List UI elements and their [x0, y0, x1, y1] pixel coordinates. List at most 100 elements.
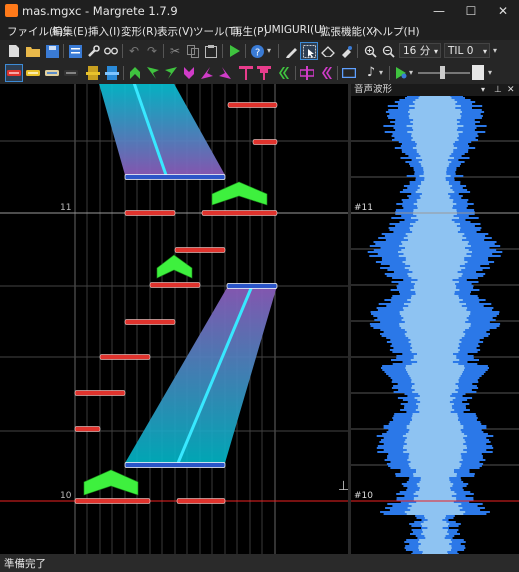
- air-action-icon[interactable]: [256, 65, 272, 81]
- select-tool-icon[interactable]: [300, 42, 318, 60]
- toolbar-separator: [245, 44, 246, 58]
- menu-help[interactable]: ヘルプ(H): [372, 24, 420, 39]
- save-icon[interactable]: [44, 43, 60, 59]
- menu-bar: ファイル(F) 編集(E) 挿入(I) 変形(R) 表示(V) ツール(T) 再…: [0, 22, 519, 40]
- tap-note[interactable]: [149, 282, 201, 288]
- air-up-left-icon[interactable]: [145, 65, 161, 81]
- slide-start-note[interactable]: [226, 283, 278, 289]
- air-down-right-icon[interactable]: [217, 65, 233, 81]
- slide-note-icon[interactable]: [104, 65, 120, 81]
- flick-note-icon[interactable]: [44, 65, 60, 81]
- menu-view[interactable]: 表示(V): [157, 24, 193, 39]
- close-button[interactable]: ✕: [487, 0, 519, 22]
- tap-note[interactable]: [99, 354, 151, 360]
- window-title: mas.mgxc - Margrete 1.7.9: [22, 4, 178, 18]
- glasses-icon[interactable]: [103, 43, 119, 59]
- close-icon[interactable]: ✕: [507, 84, 515, 96]
- slide-end-note[interactable]: [124, 462, 226, 468]
- new-file-icon[interactable]: [6, 43, 22, 59]
- air-up-right-icon[interactable]: [163, 65, 179, 81]
- tap-note[interactable]: [252, 139, 278, 145]
- minimize-button[interactable]: —: [423, 0, 455, 22]
- tap-note[interactable]: [74, 426, 101, 432]
- tap-note[interactable]: [201, 210, 278, 216]
- status-bar: 準備完了: [0, 554, 519, 572]
- paint-icon[interactable]: [338, 43, 354, 59]
- cut-icon[interactable]: ✂: [167, 43, 183, 59]
- maximize-button[interactable]: ☐: [455, 0, 487, 22]
- chart-editor[interactable]: 11 10 ⊥: [0, 84, 348, 554]
- air-note-arrow[interactable]: [83, 469, 139, 496]
- toolbar-separator: [63, 44, 64, 58]
- chevron-down-icon[interactable]: ▾: [486, 65, 494, 81]
- tap-note[interactable]: [74, 498, 151, 504]
- chevron-down-icon: ▾: [482, 47, 487, 56]
- menu-insert[interactable]: 挿入(I): [88, 24, 120, 39]
- chevron-down-icon[interactable]: ▾: [407, 65, 415, 81]
- til-value: TIL 0: [448, 45, 474, 57]
- chevron-down-icon[interactable]: ▾: [377, 65, 385, 81]
- mirror-icon[interactable]: [299, 65, 315, 81]
- toolbar-separator: [357, 44, 358, 58]
- menu-edit[interactable]: 編集(E): [52, 24, 88, 39]
- menu-umiguri[interactable]: UMIGURI(U): [264, 24, 326, 36]
- field-rect-icon[interactable]: [341, 65, 357, 81]
- speed-slider-thumb[interactable]: [440, 66, 445, 79]
- hold-note-icon[interactable]: [85, 65, 101, 81]
- zoom-out-icon[interactable]: [380, 43, 396, 59]
- undo-icon[interactable]: ↶: [126, 43, 142, 59]
- tap-note[interactable]: [227, 102, 278, 108]
- division-select[interactable]: 16 分 ▾: [399, 43, 441, 58]
- wave-measure-label-11: #11: [354, 203, 373, 213]
- speed-slider[interactable]: [418, 66, 470, 79]
- tap-note[interactable]: [74, 390, 126, 396]
- tap-note[interactable]: [124, 319, 176, 325]
- toolbar-separator: [123, 66, 124, 80]
- panel-menu-icon[interactable]: ▾: [481, 84, 485, 96]
- slide-body[interactable]: [125, 286, 277, 463]
- copy-icon[interactable]: [185, 43, 201, 59]
- waveform-canvas[interactable]: #11 #10: [351, 96, 519, 554]
- waveform: [367, 96, 503, 554]
- help-icon[interactable]: ?: [249, 43, 265, 59]
- zoom-in-icon[interactable]: [362, 43, 378, 59]
- slide-end-note[interactable]: [124, 174, 226, 180]
- tap-note[interactable]: [176, 498, 226, 504]
- tap-note-icon[interactable]: [5, 64, 23, 82]
- paste-icon[interactable]: [203, 43, 219, 59]
- editor-canvas[interactable]: 11 10 ⊥: [0, 84, 348, 554]
- wrench-icon[interactable]: [85, 43, 101, 59]
- eraser-icon[interactable]: [320, 43, 336, 59]
- title-bar: mas.mgxc - Margrete 1.7.9 — ☐ ✕: [0, 0, 519, 22]
- air-down-icon[interactable]: [181, 65, 197, 81]
- play-icon[interactable]: [226, 43, 242, 59]
- air-down-left-icon[interactable]: [199, 65, 215, 81]
- air-crush-icon[interactable]: [275, 65, 291, 81]
- svg-text:?: ?: [255, 47, 260, 58]
- damage-note-icon[interactable]: [63, 65, 79, 81]
- speed-select[interactable]: [472, 65, 484, 80]
- chevron-down-icon[interactable]: ▾: [491, 43, 499, 59]
- tap-note[interactable]: [124, 210, 176, 216]
- properties-icon[interactable]: [67, 43, 83, 59]
- pencil-icon[interactable]: [283, 43, 299, 59]
- open-folder-icon[interactable]: [25, 43, 41, 59]
- double-chevron-icon[interactable]: [318, 65, 334, 81]
- tap-note[interactable]: [174, 247, 226, 253]
- redo-icon[interactable]: ↷: [144, 43, 160, 59]
- toolbar-separator: [122, 44, 123, 58]
- measure-label-11: 11: [60, 203, 71, 213]
- toolbar-separator: [222, 44, 223, 58]
- pin-icon[interactable]: ⊥: [494, 84, 502, 96]
- chevron-down-icon[interactable]: ▾: [265, 43, 273, 59]
- app-icon: [5, 4, 18, 17]
- air-hold-icon[interactable]: [238, 65, 254, 81]
- waveform-panel-header: 音声波形 ▾ ⊥ ✕: [351, 84, 519, 96]
- menu-transform[interactable]: 変形(R): [121, 24, 158, 39]
- menu-extensions[interactable]: 拡張機能(X): [320, 24, 377, 39]
- ex-tap-note-icon[interactable]: [25, 65, 41, 81]
- til-select[interactable]: TIL 0 ▾: [444, 43, 490, 58]
- air-note-arrow[interactable]: [211, 181, 268, 206]
- air-up-icon[interactable]: [127, 65, 143, 81]
- menu-play[interactable]: 再生(P): [232, 24, 268, 39]
